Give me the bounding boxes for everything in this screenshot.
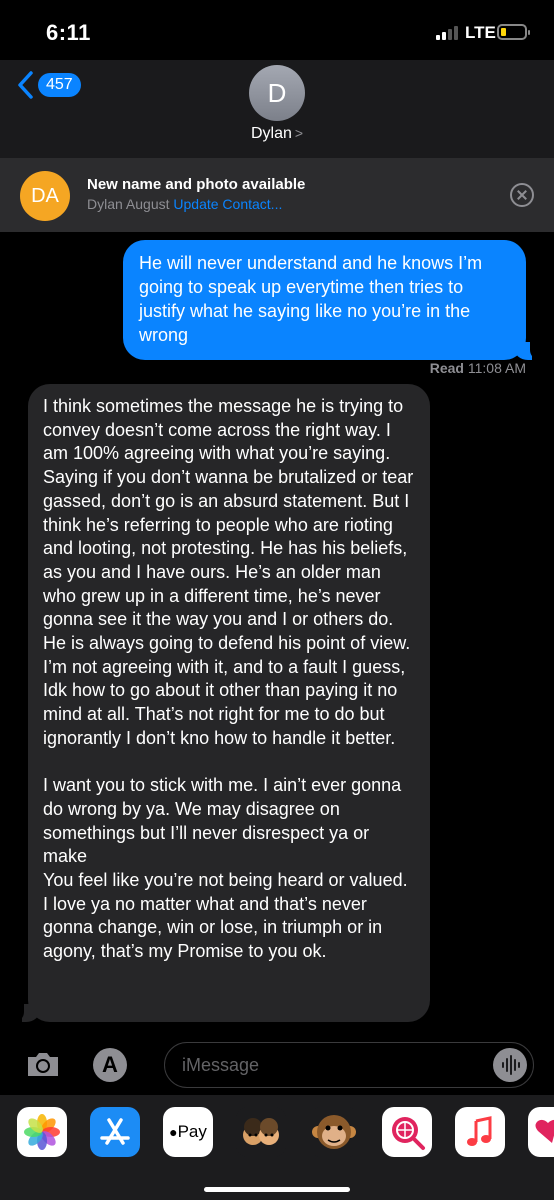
app-drawer: ●Pay [0, 1095, 554, 1200]
chevron-left-icon [18, 71, 33, 99]
apple-pay-label: Pay [177, 1122, 207, 1141]
app-store-app-icon[interactable] [90, 1107, 140, 1157]
monkey-face-icon [312, 1115, 356, 1149]
cellular-signal-icon [436, 26, 458, 40]
message-input-placeholder: iMessage [182, 1055, 260, 1075]
message-input[interactable]: iMessage [164, 1042, 534, 1088]
read-receipt: Read 11:08 AM [430, 360, 526, 376]
read-time: 11:08 AM [467, 360, 526, 376]
contact-avatar[interactable]: D [249, 65, 305, 121]
heart-app-icon[interactable] [528, 1107, 554, 1157]
globe-search-icon [392, 1117, 425, 1150]
web-search-app-icon[interactable] [382, 1107, 432, 1157]
network-type: LTE [465, 23, 496, 42]
banner-contact-name: Dylan August [87, 196, 170, 212]
outgoing-message-bubble[interactable]: He will never understand and he knows I’… [123, 240, 542, 360]
read-label: Read [429, 360, 464, 376]
chevron-right-icon: > [294, 125, 304, 141]
incoming-message-paragraph: I want you to stick with me. I ain’t eve… [43, 774, 416, 964]
message-thread[interactable]: He will never understand and he knows I’… [0, 232, 554, 1032]
banner-subtitle: Dylan August Update Contact... [87, 196, 282, 212]
back-button[interactable]: 457 [16, 70, 86, 100]
status-bar: 6:11 LTE [0, 0, 554, 60]
compose-bar: A iMessage [0, 1040, 554, 1094]
banner-avatar: DA [20, 171, 70, 221]
photos-app-icon[interactable] [17, 1107, 67, 1157]
animoji-monkey-icon[interactable] [309, 1107, 359, 1157]
camera-icon[interactable] [25, 1050, 61, 1078]
incoming-message-line: You feel like you’re not being heard or … [43, 870, 408, 962]
status-time: 6:11 [46, 20, 91, 45]
banner-title: New name and photo available [87, 176, 306, 193]
music-app-icon[interactable] [455, 1107, 505, 1157]
app-store-glyph-icon [100, 1118, 130, 1145]
app-store-icon[interactable]: A [93, 1048, 127, 1082]
update-contact-link[interactable]: Update Contact... [173, 196, 282, 212]
audio-message-icon[interactable] [493, 1048, 527, 1082]
incoming-message-line: I want you to stick with me. I ain’t eve… [43, 775, 402, 867]
home-indicator [204, 1187, 350, 1192]
battery-icon [497, 24, 530, 40]
contact-name-button[interactable]: Dylan > [0, 125, 554, 143]
memoji-app-icon[interactable] [236, 1107, 286, 1157]
close-icon[interactable] [510, 183, 534, 207]
heart-icon [535, 1119, 554, 1143]
incoming-message-bubble[interactable]: I think sometimes the message he is tryi… [12, 384, 430, 1022]
outgoing-message-text: He will never understand and he knows I’… [139, 253, 483, 345]
photos-flower-icon [24, 1114, 60, 1150]
contact-name: Dylan [250, 125, 292, 142]
apple-pay-app-icon[interactable]: ●Pay [163, 1107, 213, 1157]
unread-count-badge: 457 [38, 73, 81, 97]
memoji-faces-icon [243, 1118, 279, 1145]
contact-update-banner: DA New name and photo available Dylan Au… [0, 158, 554, 232]
bubble-tail [22, 1004, 40, 1022]
music-note-icon [467, 1116, 492, 1146]
apple-logo-icon: ● [169, 1124, 178, 1140]
incoming-message-paragraph: I think sometimes the message he is tryi… [43, 396, 414, 748]
